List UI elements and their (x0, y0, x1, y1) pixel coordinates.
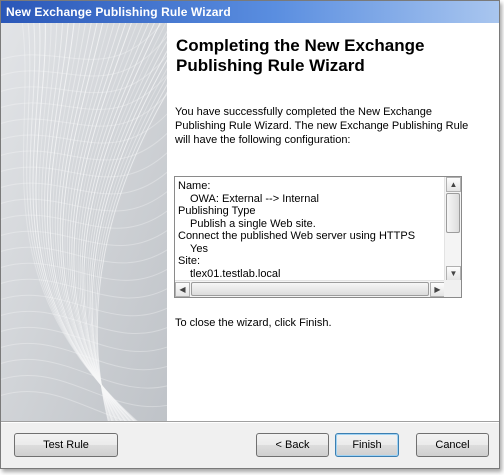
wave-lines-graphic (1, 23, 167, 421)
page-title: Completing the New Exchange Publishing R… (176, 36, 425, 75)
summary-line: Publishing Type (178, 205, 256, 217)
summary-line: Publish a single Web site. (190, 217, 316, 230)
summary-line: OWA: External --> Internal (190, 192, 319, 205)
window-title: New Exchange Publishing Rule Wizard (1, 1, 499, 23)
scroll-left-arrow-icon[interactable]: ◀ (175, 282, 190, 297)
summary-line: Name: (178, 180, 211, 192)
summary-line: tlex01.testlab.local (190, 267, 281, 280)
finish-button[interactable]: Finish (335, 433, 399, 457)
intro-text: You have successfully completed the New … (175, 106, 469, 146)
test-rule-button[interactable]: Test Rule (14, 433, 118, 457)
scroll-down-arrow-icon[interactable]: ▼ (446, 266, 461, 281)
vertical-scrollbar[interactable]: ▲ ▼ (444, 177, 461, 281)
wizard-side-graphic (1, 23, 168, 421)
summary-line: Connect the published Web server using H… (178, 230, 416, 242)
scroll-up-arrow-icon[interactable]: ▲ (446, 177, 461, 192)
wizard-window: New Exchange Publishing Rule Wizard Comp… (0, 0, 500, 469)
summary-line: Yes (190, 242, 208, 255)
vertical-scroll-thumb[interactable] (446, 193, 460, 233)
configuration-summary-box[interactable]: Name: OWA: External --> Internal Publishin… (174, 176, 462, 298)
closing-instruction: To close the wizard, click Finish. (175, 317, 332, 329)
back-button[interactable]: < Back (256, 433, 329, 457)
horizontal-scroll-thumb[interactable] (191, 282, 429, 296)
cancel-button[interactable]: Cancel (416, 433, 489, 457)
horizontal-scrollbar[interactable]: ◀ ▶ (175, 280, 445, 297)
summary-line: Site: (178, 255, 201, 267)
footer-divider (1, 421, 499, 423)
configuration-summary-text: Name: OWA: External --> Internal Publishin… (178, 180, 446, 280)
scroll-right-arrow-icon[interactable]: ▶ (430, 282, 445, 297)
scrollbar-corner (444, 280, 461, 297)
wizard-content: Completing the New Exchange Publishing R… (167, 23, 499, 421)
